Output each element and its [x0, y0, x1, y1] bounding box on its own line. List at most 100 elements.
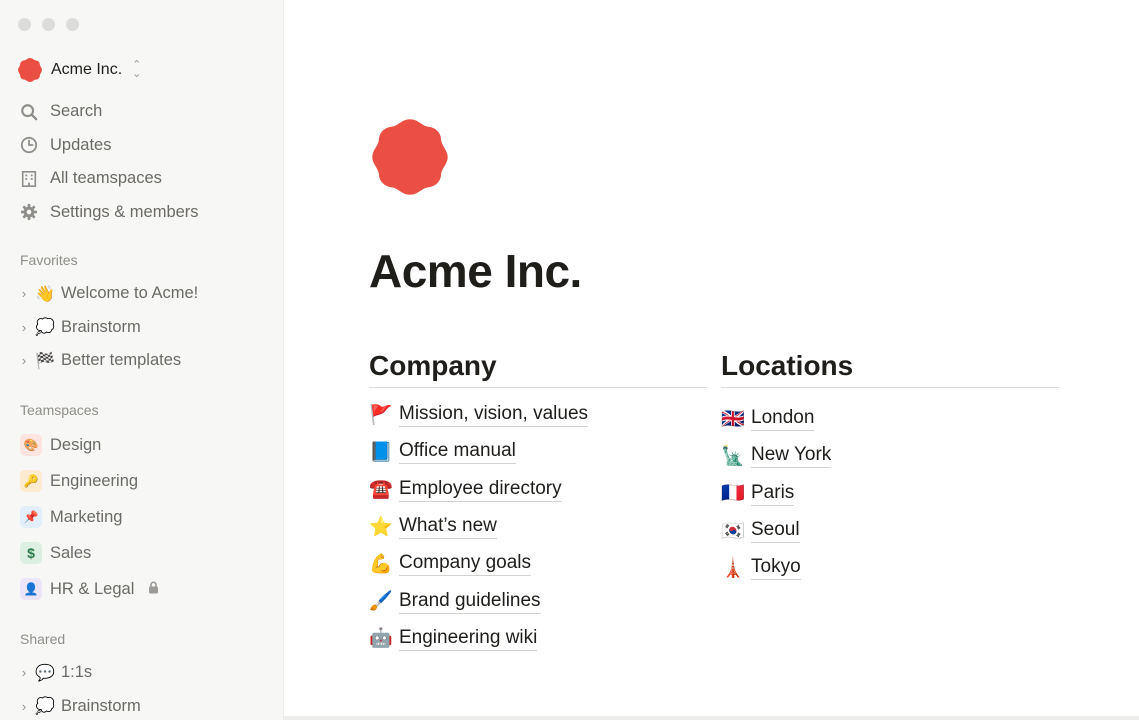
shared-item[interactable]: › 💬 1:1s	[14, 656, 270, 690]
company-column: Company 🚩 Mission, vision, values 📘 Offi…	[369, 346, 707, 657]
close-window-button[interactable]	[18, 18, 31, 31]
sidebar-nav: Search Updates All teamspaces Settings &…	[14, 95, 270, 229]
teamspace-label: HR & Legal	[50, 579, 135, 598]
teamspace-label: Design	[50, 435, 102, 454]
chevron-updown-icon: ⌃ ⌄	[132, 59, 142, 80]
page-link[interactable]: 💪 Company goals	[369, 545, 707, 582]
chevron-right-icon[interactable]: ›	[16, 320, 32, 335]
teamspace-hr-legal[interactable]: 👤 HR & Legal	[14, 571, 270, 607]
teamspace-label: Marketing	[50, 507, 123, 526]
page-link[interactable]: ☎️ Employee directory	[369, 471, 707, 508]
chevron-right-icon[interactable]: ›	[16, 699, 32, 714]
nav-updates[interactable]: Updates	[14, 129, 270, 163]
page-link-label: Brand guidelines	[399, 589, 541, 614]
thought-bubble-icon: 💭	[35, 319, 55, 337]
minimize-window-button[interactable]	[42, 18, 55, 31]
building-icon	[20, 170, 38, 188]
favorite-item-label: Better templates	[61, 351, 182, 370]
favorite-item-label: Welcome to Acme!	[61, 284, 199, 303]
nav-settings-label: Settings & members	[50, 202, 199, 221]
page-link[interactable]: ⭐ What’s new	[369, 508, 707, 545]
page-link[interactable]: 🇰🇷 Seoul	[721, 512, 1059, 549]
page-link[interactable]: 🇬🇧 London	[721, 400, 1059, 437]
checkered-flag-icon: 🏁	[35, 352, 55, 370]
teamspaces-list: 🎨 Design 🔑 Engineering 📌 Marketing $ Sal…	[14, 427, 270, 607]
red-flag-icon: 🚩	[369, 404, 393, 426]
teamspaces-heading: Teamspaces	[20, 402, 99, 418]
locations-column: Locations 🇬🇧 London 🗽 New York 🇫🇷 Paris …	[721, 346, 1059, 586]
page-link-label: Seoul	[751, 518, 800, 544]
page-link[interactable]: 📘 Office manual	[369, 433, 707, 470]
telephone-icon: ☎️	[369, 479, 393, 501]
korea-flag-icon: 🇰🇷	[721, 520, 745, 542]
page-link[interactable]: 🗼 Tokyo	[721, 549, 1059, 586]
uk-flag-icon: 🇬🇧	[721, 408, 745, 430]
horizontal-scrollbar[interactable]	[284, 716, 1139, 720]
sidebar: Acme Inc. ⌃ ⌄ Search Updates All teamspa…	[0, 0, 284, 720]
chevron-right-icon[interactable]: ›	[16, 286, 32, 301]
waving-hand-icon: 👋	[35, 285, 55, 303]
page-link[interactable]: 🇫🇷 Paris	[721, 475, 1059, 512]
tokyo-tower-icon: 🗼	[721, 557, 745, 579]
page-link-label: Company goals	[399, 551, 532, 577]
teamspace-sales[interactable]: $ Sales	[14, 535, 270, 571]
flexed-biceps-icon: 💪	[369, 553, 393, 575]
person-icon: 👤	[20, 578, 42, 600]
star-icon: ⭐	[369, 516, 393, 538]
palette-icon: 🎨	[20, 434, 42, 456]
paintbrush-icon: 🖌️	[369, 591, 393, 613]
statue-of-liberty-icon: 🗽	[721, 445, 745, 467]
shared-item[interactable]: › 💭 Brainstorm	[14, 690, 270, 720]
shared-heading: Shared	[20, 631, 66, 647]
lock-icon	[148, 581, 159, 597]
clock-icon	[20, 136, 38, 154]
favorite-item[interactable]: › 💭 Brainstorm	[14, 311, 270, 345]
locations-heading: Locations	[721, 346, 1059, 388]
page-link-label: Mission, vision, values	[399, 402, 589, 428]
page-link[interactable]: 🚩 Mission, vision, values	[369, 396, 707, 433]
teamspace-engineering[interactable]: 🔑 Engineering	[14, 463, 270, 499]
chevron-right-icon[interactable]: ›	[16, 353, 32, 368]
page-link-label: Tokyo	[751, 555, 801, 581]
shared-item-label: 1:1s	[61, 663, 93, 682]
nav-all-teamspaces-label: All teamspaces	[50, 169, 162, 188]
page-link-label: Employee directory	[399, 477, 562, 502]
workspace-logo-icon	[18, 58, 42, 82]
teamspace-label: Engineering	[50, 471, 139, 490]
shared-item-label: Brainstorm	[61, 696, 141, 715]
workspace-switcher[interactable]: Acme Inc. ⌃ ⌄	[17, 57, 141, 83]
company-heading: Company	[369, 346, 707, 388]
teamspace-design[interactable]: 🎨 Design	[14, 427, 270, 463]
speech-bubble-icon: 💬	[35, 664, 55, 682]
favorites-heading: Favorites	[20, 252, 78, 268]
page-link-label: Office manual	[399, 439, 516, 465]
key-icon: 🔑	[20, 470, 42, 492]
zoom-window-button[interactable]	[66, 18, 79, 31]
page-icon[interactable]	[369, 116, 451, 198]
thought-bubble-icon: 💭	[35, 698, 55, 716]
page-link-label: Engineering wiki	[399, 626, 538, 651]
page-link[interactable]: 🖌️ Brand guidelines	[369, 582, 707, 619]
favorite-item-label: Brainstorm	[61, 317, 141, 336]
window-controls	[18, 18, 79, 31]
teamspace-label: Sales	[50, 543, 92, 562]
page-link-label: London	[751, 406, 815, 432]
nav-settings[interactable]: Settings & members	[14, 196, 270, 230]
robot-icon: 🤖	[369, 628, 393, 650]
page-title[interactable]: Acme Inc.	[369, 244, 582, 298]
app-window: Acme Inc. ⌃ ⌄ Search Updates All teamspa…	[0, 0, 1139, 720]
pin-icon: 📌	[20, 506, 42, 528]
blue-book-icon: 📘	[369, 441, 393, 463]
teamspace-marketing[interactable]: 📌 Marketing	[14, 499, 270, 535]
favorite-item[interactable]: › 🏁 Better templates	[14, 344, 270, 378]
page-link[interactable]: 🗽 New York	[721, 437, 1059, 474]
nav-search[interactable]: Search	[14, 95, 270, 129]
page-link-label: What’s new	[399, 514, 497, 540]
favorite-item[interactable]: › 👋 Welcome to Acme!	[14, 277, 270, 311]
search-icon	[20, 103, 38, 121]
favorites-list: › 👋 Welcome to Acme! › 💭 Brainstorm › 🏁 …	[14, 277, 270, 378]
page-link[interactable]: 🤖 Engineering wiki	[369, 620, 707, 657]
page-link-label: Paris	[751, 481, 795, 506]
nav-all-teamspaces[interactable]: All teamspaces	[14, 162, 270, 196]
chevron-right-icon[interactable]: ›	[16, 665, 32, 680]
